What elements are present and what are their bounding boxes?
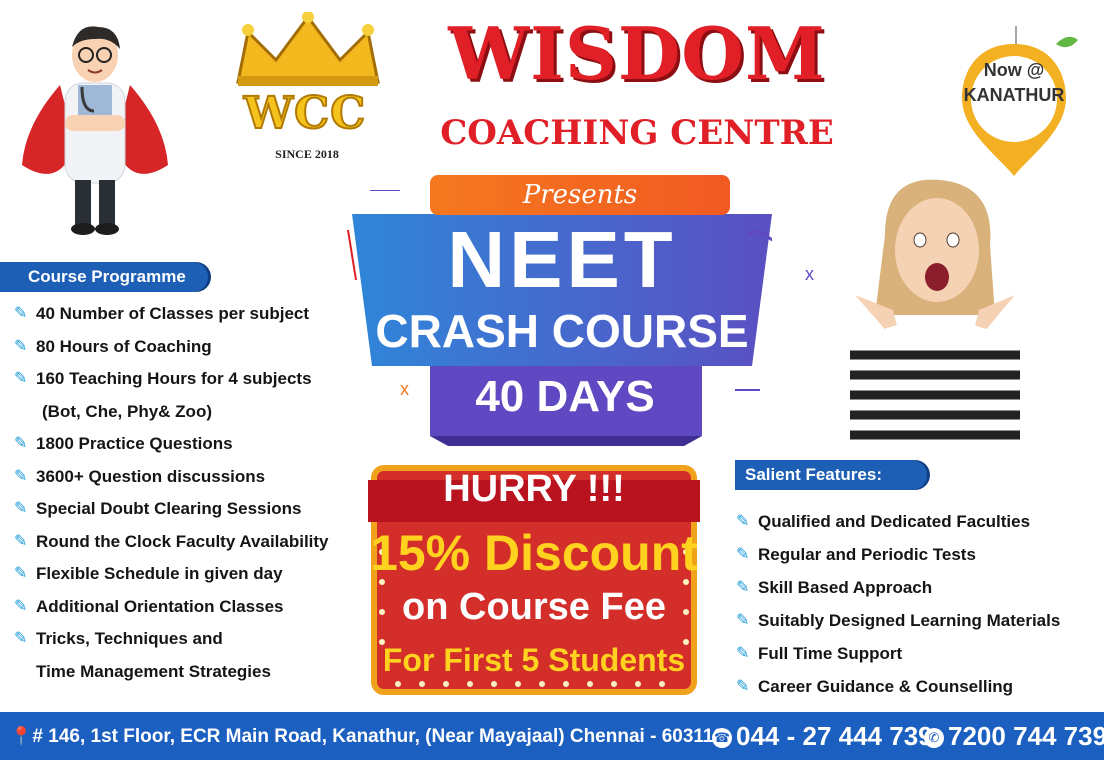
pin-bullet-icon: ✎ xyxy=(14,337,28,355)
crown-icon xyxy=(236,12,380,86)
list-item: (Bot, Che, Phy& Zoo) xyxy=(14,396,329,429)
map-pin-icon: 📍 xyxy=(10,726,33,746)
list-item: ✎ 40 Number of Classes per subject xyxy=(14,298,329,331)
list-item: ✎ Suitably Designed Learning Materials xyxy=(736,604,1060,637)
list-item: Time Management Strategies xyxy=(14,656,329,689)
brand-subtitle: COACHING CENTRE xyxy=(440,113,834,153)
phone-number: 044 - 27 444 739 xyxy=(736,721,933,751)
pin-bullet-icon: ✎ xyxy=(14,597,28,615)
pin-bullet-icon: ✎ xyxy=(736,513,750,530)
footer-mobile[interactable]: ✆ 7200 744 739 xyxy=(924,712,1104,760)
wcc-logo-text: WCC xyxy=(243,88,367,139)
location-badge-text: Now @ KANATHUR xyxy=(948,58,1080,108)
pin-bullet-icon: ✎ xyxy=(736,678,750,695)
list-item: ✎ Career Guidance & Counselling xyxy=(736,670,1060,703)
list-item-text: Career Guidance & Counselling xyxy=(758,677,1014,696)
list-item-text: Full Time Support xyxy=(758,644,903,663)
pin-bullet-icon: ✎ xyxy=(14,305,28,322)
list-item-text: Additional Orientation Classes xyxy=(36,596,284,616)
list-item-text: Special Doubt Clearing Sessions xyxy=(36,499,302,518)
doctor-mascot-illustration xyxy=(22,26,168,235)
pin-bullet-icon: ✎ xyxy=(14,565,28,582)
list-item-text: Time Management Strategies xyxy=(36,661,271,681)
list-item-text: Skill Based Approach xyxy=(758,578,933,597)
pin-bullet-icon: ✎ xyxy=(736,645,750,662)
excited-student-illustration xyxy=(850,179,1020,445)
pin-bullet-icon: ✎ xyxy=(736,546,750,563)
list-item-text: Qualified and Dedicated Faculties xyxy=(758,512,1031,531)
pin-bullet-icon: ✎ xyxy=(736,579,750,596)
list-item: ✎ Round the Clock Faculty Availability xyxy=(14,526,329,559)
discount-headline: 15% Discount xyxy=(370,525,698,581)
pin-bullet-icon: ✎ xyxy=(14,467,28,485)
list-item: ✎ 80 Hours of Coaching xyxy=(14,331,329,364)
list-item-text: Tricks, Techniques and xyxy=(36,629,223,648)
mobile-number: 7200 744 739 xyxy=(948,721,1104,751)
salient-features-heading: Salient Features: xyxy=(735,460,927,490)
address-text: # 146, 1st Floor, ECR Main Road, Kanathu… xyxy=(32,726,730,747)
pin-bullet-icon: ✎ xyxy=(14,532,28,550)
phone-icon: ☎ xyxy=(712,728,732,749)
since-label: SINCE 2018 xyxy=(275,147,339,161)
hurry-label: HURRY !!! xyxy=(443,468,625,510)
list-item: ✎ 3600+ Question discussions xyxy=(14,461,329,494)
list-item: ✎ Special Doubt Clearing Sessions xyxy=(14,493,329,526)
pin-bullet-icon: ✎ xyxy=(14,630,28,647)
list-item: ✎ 160 Teaching Hours for 4 subjects xyxy=(14,363,329,396)
list-item: ✎ Skill Based Approach xyxy=(736,571,1060,604)
list-item: ✎ 1800 Practice Questions xyxy=(14,428,329,461)
course-programme-list: ✎ 40 Number of Classes per subject ✎ 80 Ho… xyxy=(14,298,329,688)
location-badge-line1: Now @ xyxy=(983,60,1045,80)
footer-phone[interactable]: ☎ 044 - 27 444 739 xyxy=(712,712,933,760)
list-item: ✎ Full Time Support xyxy=(736,637,1060,670)
list-item-text: 3600+ Question discussions xyxy=(36,466,266,486)
course-programme-heading: Course Programme xyxy=(0,262,208,292)
list-item-text: 40 Number of Classes per subject xyxy=(36,304,310,323)
pin-bullet-icon: ✎ xyxy=(736,612,750,629)
list-item-text: Regular and Periodic Tests xyxy=(758,545,976,564)
svg-text:x: x xyxy=(805,264,814,284)
svg-text:x: x xyxy=(400,379,409,399)
decorative-marks: x x xyxy=(347,190,814,399)
list-item-text: Suitably Designed Learning Materials xyxy=(758,611,1061,630)
discount-on-fee: on Course Fee xyxy=(402,586,666,628)
list-item: ✎ Tricks, Techniques and xyxy=(14,623,329,656)
list-item-text: (Bot, Che, Phy& Zoo) xyxy=(42,401,212,421)
brand-title: WISDOM xyxy=(448,11,826,96)
list-item: ✎ Flexible Schedule in given day xyxy=(14,558,329,591)
list-item-text: 160 Teaching Hours for 4 subjects xyxy=(36,369,312,388)
pin-bullet-icon: ✎ xyxy=(14,500,28,517)
location-badge-line2: KANATHUR xyxy=(963,85,1065,106)
list-item-text: 80 Hours of Coaching xyxy=(36,336,212,356)
pin-bullet-icon: ✎ xyxy=(14,370,28,387)
whatsapp-icon: ✆ xyxy=(924,728,944,749)
salient-features-list: ✎ Qualified and Dedicated Faculties ✎ Regu… xyxy=(736,505,1060,703)
list-item-text: Flexible Schedule in given day xyxy=(36,564,283,583)
list-item: ✎ Additional Orientation Classes xyxy=(14,591,329,624)
pin-bullet-icon: ✎ xyxy=(14,435,28,452)
discount-condition: For First 5 Students xyxy=(382,642,686,678)
footer-address: 📍# 146, 1st Floor, ECR Main Road, Kanath… xyxy=(10,712,729,760)
list-item: ✎ Regular and Periodic Tests xyxy=(736,538,1060,571)
list-item-text: Round the Clock Faculty Availability xyxy=(36,531,329,551)
list-item-text: 1800 Practice Questions xyxy=(36,434,233,453)
list-item: ✎ Qualified and Dedicated Faculties xyxy=(736,505,1060,538)
